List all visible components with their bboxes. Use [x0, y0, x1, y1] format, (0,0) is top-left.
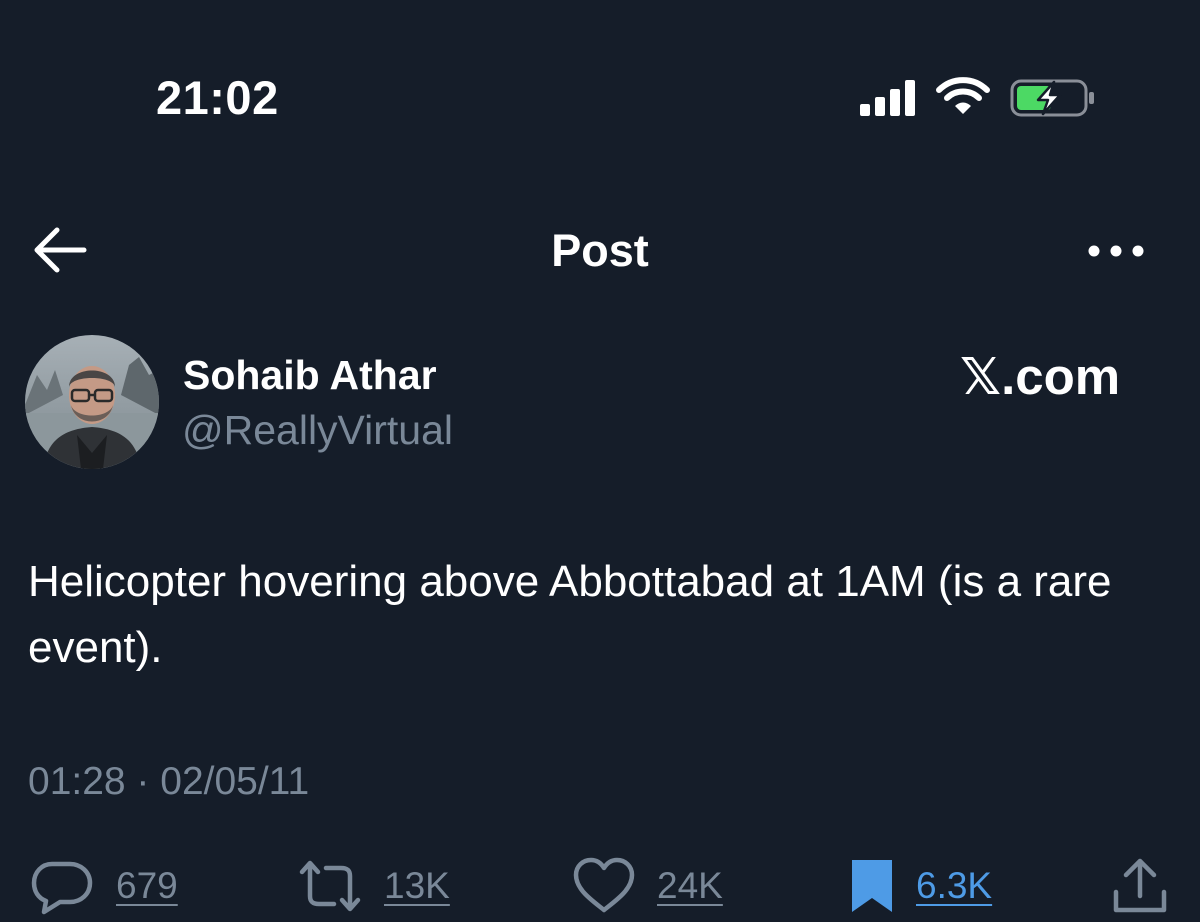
battery-charging-icon — [1010, 79, 1094, 117]
avatar[interactable] — [25, 335, 159, 469]
reply-count: 679 — [116, 865, 178, 906]
like-button[interactable]: 24K — [573, 856, 723, 916]
page-title: Post — [551, 225, 649, 276]
author-name[interactable]: Sohaib Athar — [183, 350, 437, 400]
watermark: 𝕏.com — [960, 348, 1121, 405]
share-icon — [1113, 858, 1167, 913]
more-horizontal-icon[interactable] — [1084, 236, 1148, 266]
signal-icon — [860, 80, 915, 116]
heart-icon — [573, 857, 635, 913]
tweet-text: Helicopter hovering above Abbottabad at … — [28, 557, 1112, 672]
repost-icon — [299, 860, 361, 912]
bookmark-button[interactable]: 6.3K — [850, 856, 992, 916]
like-count: 24K — [657, 865, 723, 906]
bookmark-filled-icon — [852, 860, 892, 912]
repost-button[interactable]: 13K — [298, 856, 450, 916]
author-handle[interactable]: @ReallyVirtual — [182, 405, 453, 455]
wifi-icon — [936, 77, 990, 114]
status-time: 21:02 — [156, 71, 279, 124]
reply-icon — [31, 861, 93, 915]
share-button[interactable] — [1110, 856, 1170, 916]
avatar-photo — [25, 335, 159, 469]
bookmark-count: 6.3K — [916, 865, 993, 906]
tweet-timestamp: 01:28 · 02/05/11 — [28, 760, 310, 803]
repost-count: 13K — [384, 865, 450, 906]
reply-button[interactable]: 679 — [30, 856, 178, 916]
arrow-left-icon[interactable] — [30, 225, 88, 275]
